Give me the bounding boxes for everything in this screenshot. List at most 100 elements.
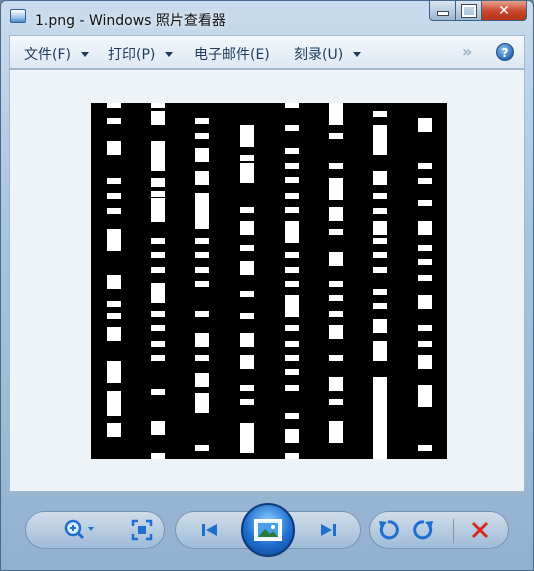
- caption-buttons: ✕: [429, 1, 527, 21]
- image-viewport[interactable]: [9, 69, 525, 492]
- image-bar-segment: [285, 385, 299, 391]
- image-bar-segment: [285, 281, 299, 287]
- image-bar-segment: [329, 421, 343, 443]
- image-bar-segment: [418, 295, 432, 309]
- zoom-button[interactable]: [59, 517, 99, 543]
- image-bar-segment: [418, 355, 432, 369]
- image-bar-segment: [195, 393, 209, 413]
- image-bar-segment: [329, 178, 343, 200]
- image-bar-segment: [240, 155, 254, 161]
- image-bar-segment: [107, 103, 121, 108]
- image-bar-segment: [195, 281, 209, 287]
- image-bar-segment: [418, 259, 432, 265]
- close-button[interactable]: ✕: [482, 1, 527, 21]
- photo-viewer-window: 1.png - Windows 照片查看器 ✕ 文件(F) 打印(P) 电子邮件…: [0, 0, 534, 571]
- menu-bar: 文件(F) 打印(P) 电子邮件(E) 刻录(U) » ?: [9, 35, 525, 69]
- image-bar-segment: [285, 148, 299, 154]
- displayed-image: [91, 103, 447, 459]
- image-bar-segment: [195, 311, 209, 317]
- rotate-counterclockwise-button[interactable]: [373, 517, 403, 543]
- image-bar-segment: [151, 103, 165, 108]
- image-bar-segment: [418, 221, 432, 235]
- image-bar-segment: [151, 267, 165, 273]
- close-icon: ✕: [498, 2, 510, 19]
- image-bar-segment: [107, 327, 121, 341]
- image-bar-segment: [151, 141, 165, 171]
- image-bar-segment: [373, 238, 387, 244]
- image-bar-segment: [329, 281, 343, 287]
- image-bar-segment: [373, 267, 387, 273]
- image-bar-segment: [329, 295, 343, 301]
- image-bar-segment: [285, 453, 299, 459]
- menu-print[interactable]: 打印(P): [108, 44, 174, 64]
- barcode-image: [91, 103, 447, 459]
- delete-button[interactable]: [465, 517, 495, 543]
- image-bar-segment: [373, 221, 387, 235]
- delete-icon: [471, 521, 489, 539]
- minimize-icon: [436, 11, 449, 16]
- image-bar-segment: [285, 221, 299, 243]
- image-bar-segment: [329, 133, 343, 139]
- image-bar-segment: [285, 177, 299, 183]
- image-bar-segment: [373, 289, 387, 295]
- image-bar-segment: [373, 111, 387, 117]
- rotate-clockwise-icon: [413, 520, 433, 540]
- image-bar-segment: [195, 252, 209, 258]
- image-bar-segment: [329, 207, 343, 221]
- image-bar-segment: [373, 208, 387, 214]
- slideshow-button[interactable]: [241, 503, 295, 557]
- image-bar-segment: [418, 200, 432, 206]
- image-bar-segment: [195, 171, 209, 185]
- image-bar-segment: [240, 291, 254, 297]
- image-bar-segment: [107, 141, 121, 155]
- image-bar-segment: [195, 355, 209, 361]
- rotate-clockwise-button[interactable]: [409, 517, 439, 543]
- photo-viewer-icon: [10, 9, 26, 23]
- image-bar-segment: [195, 148, 209, 162]
- image-bar-segment: [151, 341, 165, 347]
- image-bar-segment: [151, 252, 165, 258]
- minimize-button[interactable]: [429, 1, 456, 21]
- image-bar-segment: [240, 245, 254, 251]
- menu-email-label: 电子邮件(E): [194, 47, 270, 63]
- menu-file[interactable]: 文件(F): [24, 44, 89, 64]
- menu-file-label: 文件(F): [24, 47, 71, 63]
- image-bar-segment: [107, 193, 121, 199]
- image-bar-segment: [107, 301, 121, 307]
- image-bar-segment: [285, 163, 299, 169]
- image-bar-segment: [107, 361, 121, 383]
- previous-icon: [202, 524, 217, 536]
- actual-size-button[interactable]: [127, 517, 157, 543]
- image-bar-segment: [418, 178, 432, 184]
- image-bar-segment: [373, 341, 387, 355]
- maximize-icon: [461, 4, 476, 17]
- image-bar-segment: [418, 385, 432, 407]
- bottom-toolbar: [23, 501, 513, 559]
- image-background: [91, 103, 447, 459]
- image-bar-segment: [285, 267, 299, 273]
- menu-burn[interactable]: 刻录(U): [294, 44, 362, 64]
- image-bar-segment: [285, 125, 299, 131]
- window-title: 1.png - Windows 照片查看器: [35, 13, 226, 29]
- maximize-button[interactable]: [456, 1, 482, 21]
- image-bar-segment: [107, 118, 121, 124]
- image-bar-segment: [151, 191, 165, 197]
- previous-button[interactable]: [195, 517, 225, 543]
- image-bar-segment: [285, 369, 299, 375]
- image-bar-segment: [151, 311, 165, 317]
- image-bar-segment: [151, 238, 165, 244]
- image-bar-segment: [285, 193, 299, 199]
- image-bar-segment: [285, 207, 299, 213]
- image-bar-segment: [418, 445, 432, 451]
- title-bar[interactable]: 1.png - Windows 照片查看器 ✕: [1, 1, 533, 35]
- image-bar-segment: [418, 245, 432, 251]
- next-icon: [321, 524, 336, 536]
- next-button[interactable]: [313, 517, 343, 543]
- help-icon[interactable]: ?: [496, 43, 514, 61]
- rotate-counterclockwise-icon: [379, 520, 399, 540]
- menu-email[interactable]: 电子邮件(E): [194, 44, 270, 64]
- chevron-down-icon: [80, 51, 89, 57]
- image-bar-segment: [240, 221, 254, 235]
- menu-overflow-icon[interactable]: »: [462, 42, 472, 61]
- image-bar-segment: [329, 377, 343, 391]
